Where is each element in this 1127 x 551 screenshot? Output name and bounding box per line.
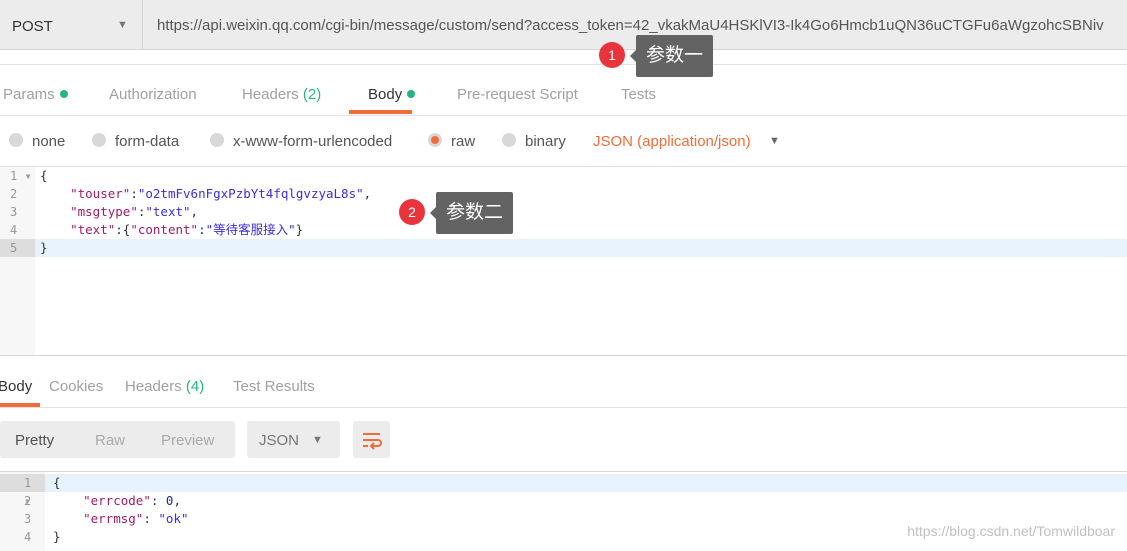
indicator-dot-icon — [59, 90, 68, 98]
line-number: 1 ▾ — [0, 474, 45, 508]
code-line: "text":{"content":"等待客服接入"} — [70, 222, 304, 237]
radio-icon — [92, 133, 106, 147]
active-line-highlight — [0, 239, 1127, 257]
response-tab-headers[interactable]: Headers (4) — [125, 378, 204, 395]
code-line: { — [40, 168, 48, 183]
line-number: 2 — [10, 187, 18, 201]
response-tab-body[interactable]: Body — [0, 378, 32, 395]
view-mode-group: Pretty Raw Preview — [0, 421, 235, 458]
divider — [0, 407, 1127, 408]
spacer — [0, 51, 1127, 65]
radio-label: none — [32, 133, 66, 150]
tab-body[interactable]: Body — [368, 86, 416, 103]
annotation-badge-1: 1 — [599, 42, 625, 68]
code-line: { — [53, 475, 61, 490]
method-select[interactable]: POST ▼ — [0, 0, 143, 50]
format-label: JSON — [259, 432, 300, 449]
line-number: 3 — [10, 205, 18, 219]
line-number: 1 ▾ — [10, 169, 32, 183]
code-line: "msgtype":"text", — [70, 204, 199, 219]
chevron-down-icon: ▼ — [312, 434, 323, 446]
tab-authorization[interactable]: Authorization — [109, 86, 197, 103]
radio-icon — [9, 133, 23, 147]
active-tab-underline — [349, 110, 412, 114]
code-line: "errmsg": "ok" — [83, 511, 189, 526]
url-input[interactable]: https://api.weixin.qq.com/cgi-bin/messag… — [157, 17, 1104, 34]
active-line-highlight — [0, 474, 1127, 492]
tab-label: Params — [3, 86, 55, 103]
indicator-dot-icon — [407, 90, 416, 98]
line-number: 2 — [24, 494, 32, 508]
format-select[interactable]: JSON ▼ — [247, 421, 340, 458]
tab-tests[interactable]: Tests — [621, 86, 656, 103]
line-number: 3 — [24, 512, 32, 526]
radio-label: raw — [451, 133, 476, 150]
radio-form-data[interactable]: form-data — [92, 133, 179, 150]
line-number: 4 — [24, 530, 32, 544]
radio-label: x-www-form-urlencoded — [233, 133, 393, 150]
tab-label: Body — [368, 86, 403, 103]
annotation-badge-2: 2 — [399, 199, 425, 225]
radio-icon — [502, 133, 516, 147]
tab-label: Headers — [242, 86, 299, 103]
radio-label: binary — [525, 133, 566, 150]
tab-pre-request-script[interactable]: Pre-request Script — [457, 86, 578, 103]
radio-urlencoded[interactable]: x-www-form-urlencoded — [210, 133, 392, 150]
code-line: } — [53, 529, 61, 544]
radio-binary[interactable]: binary — [502, 133, 566, 150]
method-label: POST — [12, 18, 53, 35]
code-line: "errcode": 0, — [83, 493, 181, 508]
tab-headers[interactable]: Headers (2) — [242, 86, 321, 103]
radio-raw[interactable]: raw — [428, 133, 475, 150]
line-number: 4 — [10, 223, 18, 237]
line-number: 5 — [0, 239, 35, 257]
body-type-select[interactable]: JSON (application/json) — [593, 133, 751, 150]
request-body-editor[interactable]: 1 ▾ 2 3 4 5 { "touser":"o2tmFv6nFgxPzbYt… — [0, 166, 1127, 356]
response-tab-test-results[interactable]: Test Results — [233, 378, 315, 395]
view-preview-button[interactable]: Preview — [161, 432, 214, 449]
chevron-down-icon[interactable]: ▼ — [769, 135, 780, 147]
headers-count: (2) — [302, 86, 322, 103]
response-tab-cookies[interactable]: Cookies — [49, 378, 103, 395]
radio-none[interactable]: none — [9, 133, 65, 150]
request-bar: POST ▼ https://api.weixin.qq.com/cgi-bin/… — [0, 0, 1127, 50]
radio-label: form-data — [115, 133, 180, 150]
code-line: } — [40, 240, 48, 255]
wrap-icon — [363, 433, 382, 450]
divider — [0, 115, 1127, 116]
annotation-label-1: 参数一 — [629, 35, 714, 77]
annotation-label-2: 参数二 — [429, 192, 514, 234]
view-pretty-button[interactable]: Pretty — [15, 432, 54, 449]
tab-label: Headers — [125, 378, 182, 395]
tab-params[interactable]: Params — [3, 86, 68, 103]
radio-selected-icon — [428, 133, 442, 147]
code-line: "touser":"o2tmFv6nFgxPzbYt4fqlgvzyaL8s", — [70, 186, 372, 201]
radio-icon — [210, 133, 224, 147]
wrap-lines-button[interactable] — [353, 421, 390, 458]
watermark: https://blog.csdn.net/Tomwildboar — [907, 523, 1115, 539]
headers-count: (4) — [185, 378, 205, 395]
view-raw-button[interactable]: Raw — [95, 432, 125, 449]
chevron-down-icon: ▼ — [117, 19, 128, 31]
